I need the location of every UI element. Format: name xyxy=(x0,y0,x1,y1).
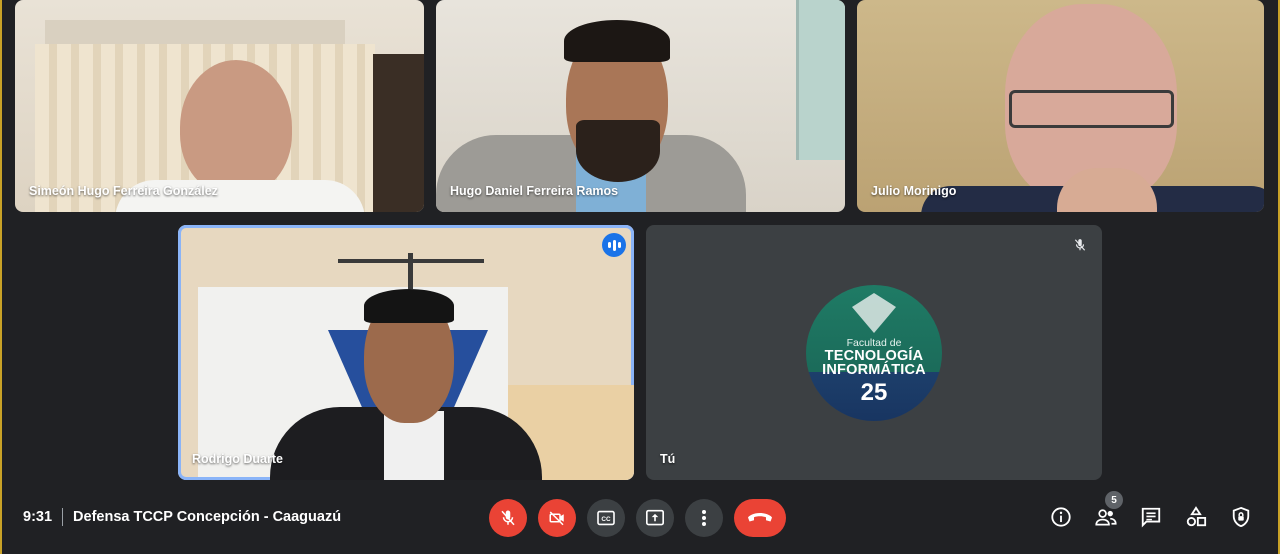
participant-tile[interactable]: Julio Morinigo xyxy=(857,0,1264,212)
people-count-badge: 5 xyxy=(1105,491,1123,509)
chat-icon xyxy=(1141,507,1161,528)
participant-name: Tú xyxy=(660,452,676,466)
video-feed xyxy=(1009,90,1174,128)
hang-up-icon xyxy=(748,513,772,522)
people-icon xyxy=(1095,509,1117,526)
side-panel-controls: 5 xyxy=(1050,491,1252,529)
camera-toggle-button[interactable] xyxy=(538,499,576,537)
call-controls: CC xyxy=(489,499,786,537)
mic-toggle-button[interactable] xyxy=(489,499,527,537)
video-feed xyxy=(796,0,845,160)
leave-call-button[interactable] xyxy=(734,499,786,537)
captions-icon: CC xyxy=(597,510,615,526)
more-options-icon xyxy=(702,510,706,526)
video-feed xyxy=(180,60,292,195)
divider xyxy=(62,508,64,526)
mic-off-icon xyxy=(1070,235,1090,255)
host-controls-icon xyxy=(1232,506,1250,528)
participant-tile[interactable]: Hugo Daniel Ferreira Ramos xyxy=(436,0,845,212)
activities-icon xyxy=(1186,506,1207,527)
meeting-time: 9:31 xyxy=(23,509,53,525)
meeting-details-button[interactable] xyxy=(1050,505,1072,529)
more-options-button[interactable] xyxy=(685,499,723,537)
camera-off-icon xyxy=(549,511,564,526)
captions-button[interactable]: CC xyxy=(587,499,625,537)
meeting-title: Defensa TCCP Concepción - Caaguazú xyxy=(73,509,342,525)
participant-name: Simeón Hugo Ferreira González xyxy=(29,184,218,198)
self-tile[interactable]: Facultad de TECNOLOGÍA INFORMÁTICA 25 Tú xyxy=(646,225,1102,480)
activities-button[interactable] xyxy=(1185,505,1207,529)
present-now-button[interactable] xyxy=(636,499,674,537)
participant-name: Rodrigo Duarte xyxy=(192,452,283,466)
host-controls-button[interactable] xyxy=(1230,505,1252,529)
video-feed xyxy=(373,54,424,212)
avatar: Facultad de TECNOLOGÍA INFORMÁTICA 25 xyxy=(806,285,942,421)
svg-text:CC: CC xyxy=(601,516,611,523)
speaking-indicator-icon xyxy=(602,233,626,257)
avatar-text: INFORMÁTICA xyxy=(822,362,926,378)
video-feed xyxy=(576,120,660,182)
mic-off-icon xyxy=(501,510,515,526)
video-feed xyxy=(45,20,345,46)
meeting-details: 9:31 Defensa TCCP Concepción - Caaguazú xyxy=(23,508,341,526)
avatar-text: 25 xyxy=(860,379,888,406)
video-feed xyxy=(338,259,484,263)
participant-name: Julio Morinigo xyxy=(871,184,957,198)
participant-name: Hugo Daniel Ferreira Ramos xyxy=(450,184,619,198)
chat-button[interactable] xyxy=(1140,505,1162,529)
video-feed xyxy=(364,289,454,323)
people-button[interactable]: 5 xyxy=(1095,491,1123,529)
info-icon xyxy=(1051,507,1071,527)
video-feed xyxy=(564,20,670,62)
participant-tile[interactable]: Simeón Hugo Ferreira González xyxy=(15,0,424,212)
present-icon xyxy=(646,509,664,526)
faculty-emblem-icon xyxy=(852,293,896,333)
participant-tile-active-speaker[interactable]: Rodrigo Duarte xyxy=(178,225,634,480)
